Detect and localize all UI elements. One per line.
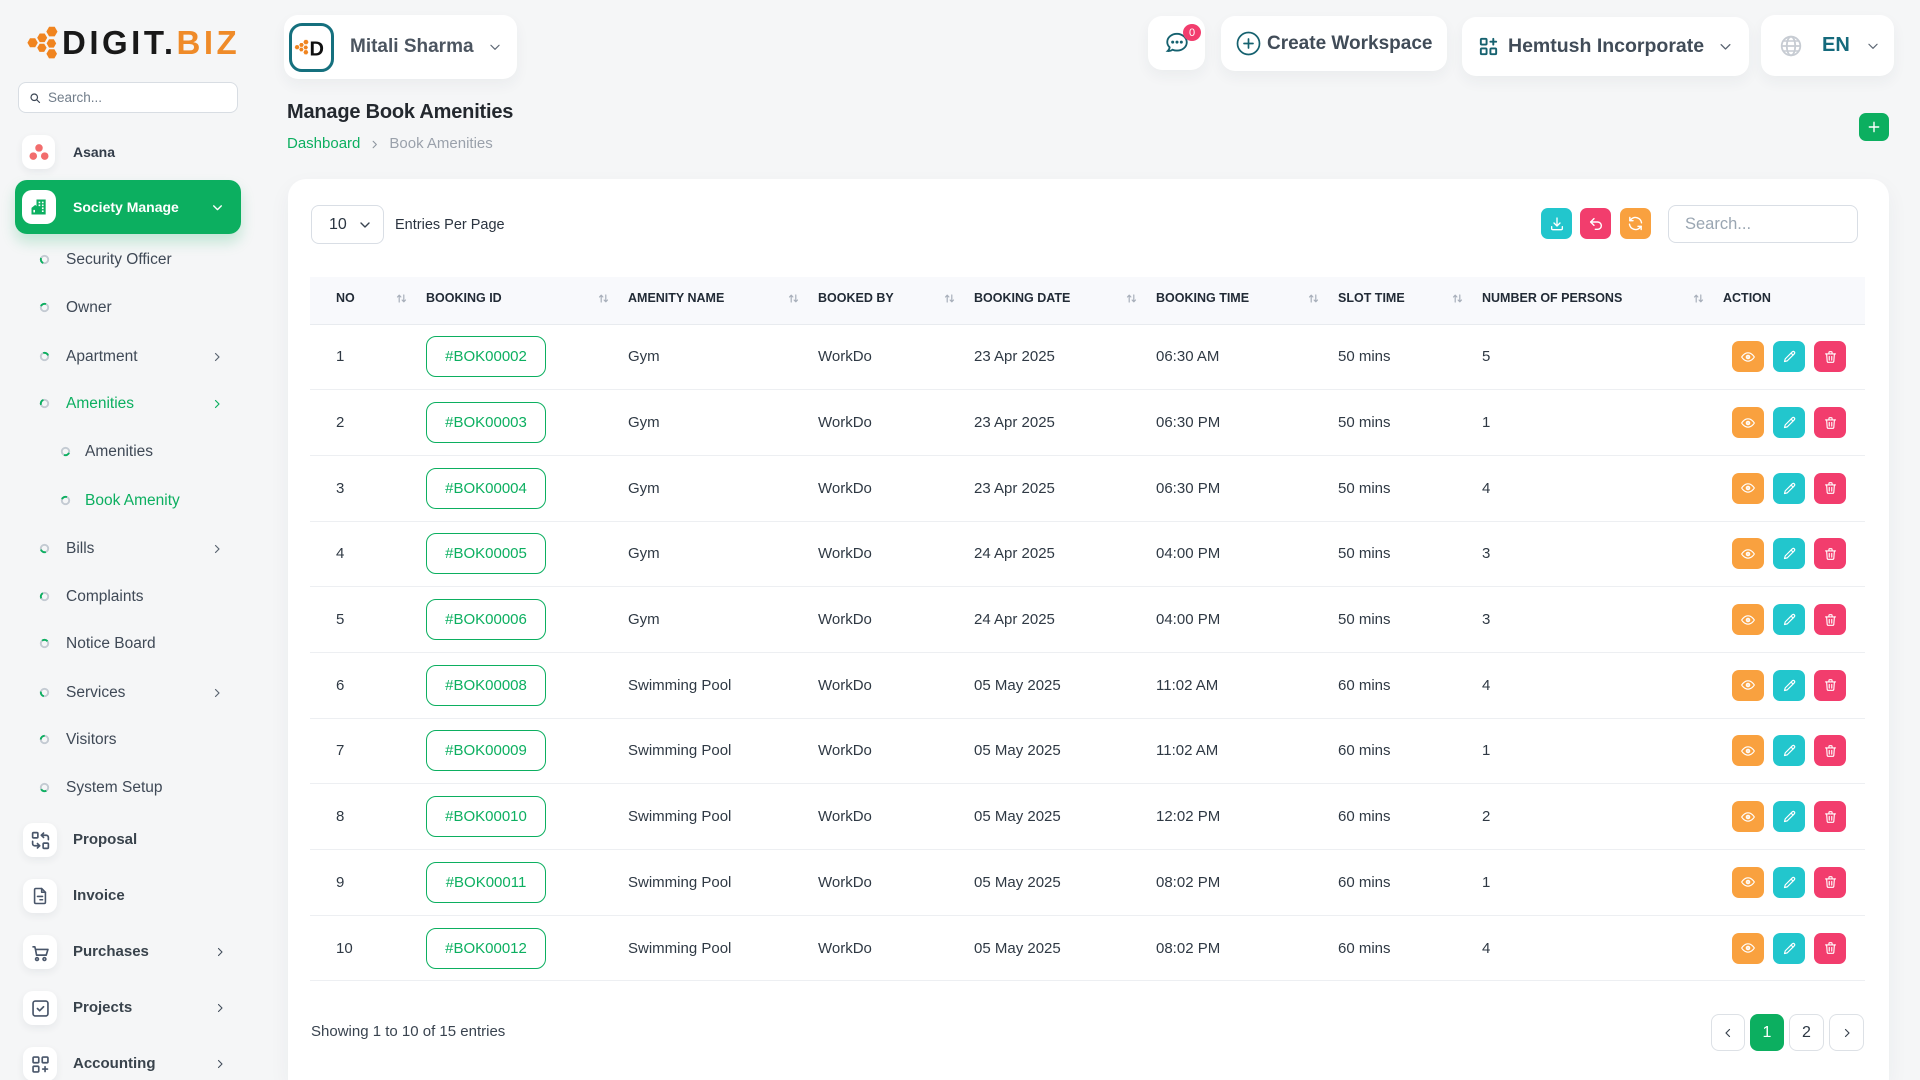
svg-text:D: D: [310, 39, 324, 61]
